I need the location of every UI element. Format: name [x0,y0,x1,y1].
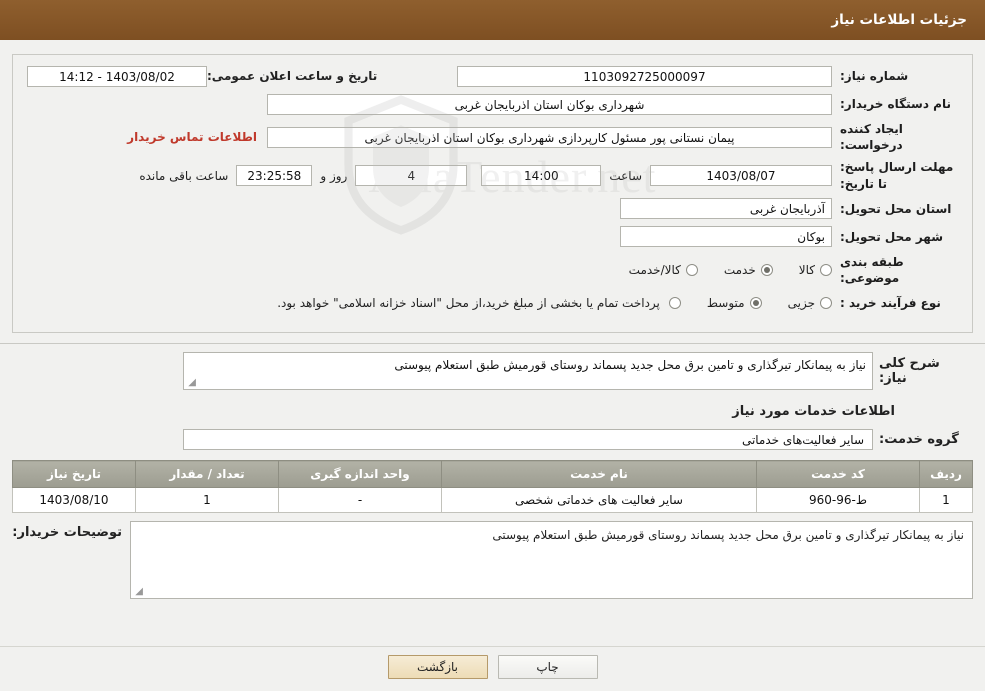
items-table: ردیف کد خدمت نام خدمت واحد اندازه گیری ت… [12,460,973,514]
radio-icon[interactable] [820,263,832,276]
requester-row: ایجاد کننده درخواست: پیمان نستانی پور مس… [27,121,958,153]
cell-unit: - [278,487,442,514]
province-row: استان محل تحویل: آذربایجان غربی [27,198,958,220]
purchase-type-label: نوع فرآیند خرید : [840,296,941,311]
requester-label: ایجاد کننده درخواست: [840,122,903,153]
resize-grip-icon[interactable]: ◢ [133,587,143,597]
col-need-date: تاریخ نیاز [12,460,136,489]
radio-icon[interactable] [685,263,698,276]
buyer-contact-link[interactable]: اطلاعات تماس خریدار [127,130,257,144]
need-no-label: شماره نیاز: [840,68,909,83]
category-option-label: کالا [798,262,815,277]
deadline-date-value: 1403/08/07 [650,165,832,187]
cell-row: 1 [919,487,973,514]
buyer-org-value: شهرداری بوکان استان اذربایجان غربی [267,93,832,115]
days-label: روز و [320,168,348,183]
purchase-option-jozei[interactable]: جزیی [788,296,832,310]
purchase-option-motavaset[interactable]: متوسط [707,296,762,310]
buyer-org-row: نام دستگاه خریدار: شهرداری بوکان استان ا… [27,93,958,115]
city-value: بوکان [620,226,832,248]
purchase-type-radio-group: جزیی متوسط [707,296,832,310]
province-label: استان محل تحویل: [840,201,952,216]
buyer-remarks-label: توضیحات خریدار: [12,525,122,541]
remaining-days-value: 4 [355,165,468,187]
description-value: نیاز به پیمانکار تیرگذاری و تامین برق مح… [394,358,866,373]
buyer-org-label: نام دستگاه خریدار: [840,96,951,111]
col-service-code: کد خدمت [756,460,920,489]
back-button[interactable]: بازگشت [387,655,488,679]
deadline-hour-value: 14:00 [481,165,602,187]
province-value: آذربایجان غربی [620,198,832,220]
hour-label: ساعت [609,168,642,183]
print-button[interactable]: چاپ [497,655,598,679]
treasury-note-text: پرداخت تمام یا بخشی از مبلغ خرید،از محل … [277,296,660,311]
purchase-type-row: نوع فرآیند خرید : جزیی متوسط پرداخت تمام… [27,292,958,314]
category-option-kala[interactable]: کالا [799,263,832,277]
page-title: جزئیات اطلاعات نیاز [831,12,967,28]
cell-need-date: 1403/08/10 [12,487,136,514]
remaining-time-value: 23:25:58 [236,165,313,187]
purchase-option-label: متوسط [706,296,745,311]
service-group-label: گروه خدمت: [879,432,959,448]
footer-buttons: چاپ بازگشت [0,655,985,679]
need-description-section: شرح کلی نیاز: نیاز به پیمانکار تیرگذاری … [0,344,985,451]
page-root: جزئیات اطلاعات نیاز AriaTender.net شماره… [0,0,985,691]
service-group-row: گروه خدمت: سایر فعالیت‌های خدماتی [14,429,971,451]
col-unit: واحد اندازه گیری [278,460,442,489]
radio-icon[interactable] [820,297,832,310]
category-option-kala-khedmat[interactable]: کالا/خدمت [629,263,698,277]
category-row: طبقه بندی موضوعی: کالا خدمت کالا/خدمت [27,254,958,286]
table-row: 1 ط-96-960 سایر فعالیت های خدماتی شخصی -… [12,487,973,514]
radio-icon[interactable] [749,297,762,310]
treasury-note-option[interactable]: پرداخت تمام یا بخشی از مبلغ خرید،از محل … [277,296,681,310]
footer-divider [0,646,985,647]
services-section-title: اطلاعات خدمات مورد نیاز [732,404,895,420]
category-radio-group: کالا خدمت کالا/خدمت [629,263,832,277]
purchase-option-label: جزیی [787,296,815,311]
table-header-row: ردیف کد خدمت نام خدمت واحد اندازه گیری ت… [12,460,973,489]
remaining-time-label: ساعت باقی مانده [139,168,229,183]
category-option-label: خدمت [723,262,756,277]
category-option-khedmat[interactable]: خدمت [724,263,773,277]
description-label: شرح کلی نیاز: [879,356,940,387]
city-label: شهر محل تحویل: [840,229,944,244]
buyer-remarks-textarea[interactable]: نیاز به پیمانکار تیرگذاری و تامین برق مح… [130,521,973,600]
need-no-row: شماره نیاز: 1103092725000097 تاریخ و ساع… [27,65,958,87]
page-header: جزئیات اطلاعات نیاز [0,0,985,40]
need-no-value: 1103092725000097 [457,65,832,87]
publish-datetime-value: 1403/08/02 - 14:12 [27,65,207,87]
deadline-label: مهلت ارسال پاسخ: تا تاریخ: [840,160,954,191]
resize-grip-icon[interactable]: ◢ [186,378,196,388]
radio-icon[interactable] [760,263,773,276]
col-service-name: نام خدمت [441,460,757,489]
col-qty: تعداد / مقدار [135,460,279,489]
requester-value: پیمان نستانی پور مسئول کارپردازی شهرداری… [267,126,832,148]
cell-service-code: ط-96-960 [756,487,920,514]
buyer-remarks-value: نیاز به پیمانکار تیرگذاری و تامین برق مح… [492,528,964,543]
buyer-remarks-row: نیاز به پیمانکار تیرگذاری و تامین برق مح… [12,521,973,600]
checkbox-icon[interactable] [668,297,681,310]
cell-qty: 1 [135,487,279,514]
deadline-row: مهلت ارسال پاسخ: تا تاریخ: 1403/08/07 سا… [27,159,958,191]
need-info-panel: شماره نیاز: 1103092725000097 تاریخ و ساع… [12,54,973,334]
description-textarea[interactable]: نیاز به پیمانکار تیرگذاری و تامین برق مح… [183,352,873,391]
publish-datetime-label: تاریخ و ساعت اعلان عمومی: [207,69,378,83]
cell-service-name: سایر فعالیت های خدماتی شخصی [441,487,757,514]
category-label: طبقه بندی موضوعی: [840,254,904,285]
items-table-wrap: ردیف کد خدمت نام خدمت واحد اندازه گیری ت… [12,460,973,514]
city-row: شهر محل تحویل: بوکان [27,226,958,248]
category-option-label: کالا/خدمت [628,262,681,277]
col-row: ردیف [919,460,973,489]
service-group-value: سایر فعالیت‌های خدماتی [183,429,873,451]
description-row: شرح کلی نیاز: نیاز به پیمانکار تیرگذاری … [14,352,971,391]
